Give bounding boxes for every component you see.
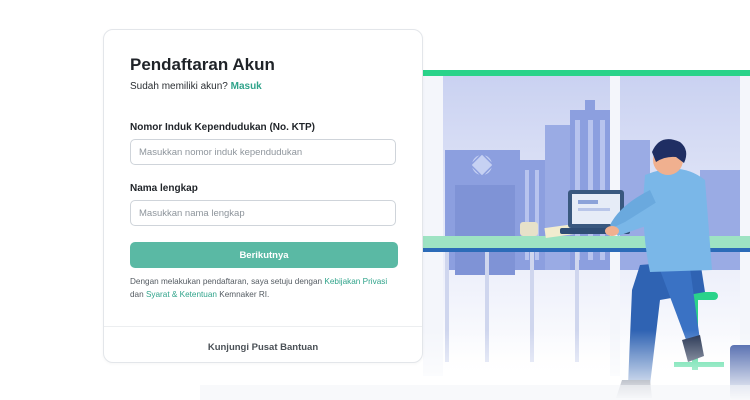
terms-text: Dengan melakukan pendaftaran, saya setuj…	[130, 275, 402, 301]
next-button[interactable]: Berikutnya	[130, 242, 398, 268]
nik-input[interactable]	[130, 139, 396, 165]
nik-label: Nomor Induk Kependudukan (No. KTP)	[130, 122, 315, 133]
name-label: Nama lengkap	[130, 183, 198, 194]
terms-conditions-link[interactable]: Syarat & Ketentuan	[146, 290, 217, 299]
card-divider	[104, 326, 422, 327]
terms-prefix: Dengan melakukan pendaftaran, saya setuj…	[130, 277, 323, 286]
privacy-policy-link[interactable]: Kebijakan Privasi	[324, 277, 387, 286]
registration-card: Pendaftaran Akun Sudah memiliki akun? Ma…	[103, 29, 423, 363]
login-prompt: Sudah memiliki akun? Masuk	[130, 81, 262, 92]
login-prompt-text: Sudah memiliki akun?	[130, 81, 228, 92]
terms-suffix: Kemnaker RI.	[219, 290, 270, 299]
page-title: Pendaftaran Akun	[130, 55, 275, 74]
name-input[interactable]	[130, 200, 396, 226]
help-center-link[interactable]: Kunjungi Pusat Bantuan	[104, 342, 422, 353]
login-link[interactable]: Masuk	[231, 81, 262, 92]
terms-and: dan	[130, 290, 144, 299]
